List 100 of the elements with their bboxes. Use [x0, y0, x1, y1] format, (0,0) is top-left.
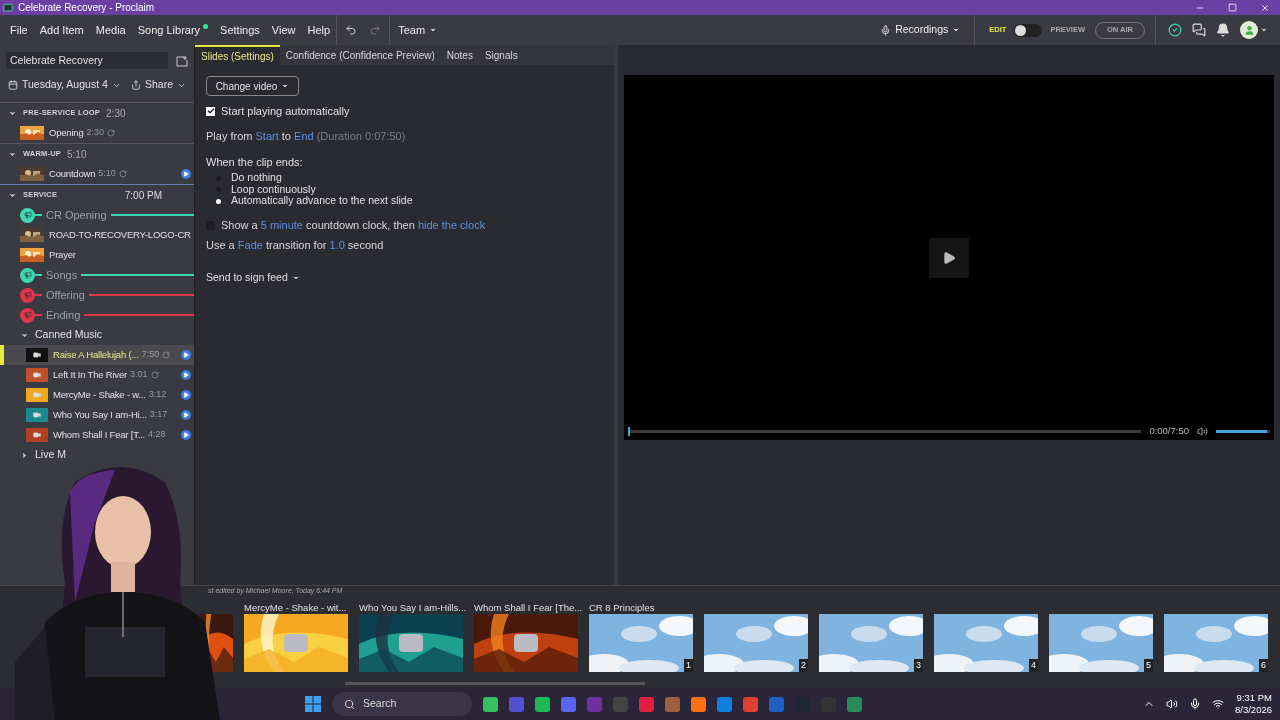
- new-window-icon[interactable]: [176, 54, 188, 67]
- speaker-icon[interactable]: [1166, 698, 1178, 710]
- play-icon: [183, 412, 189, 418]
- app-icon[interactable]: [743, 696, 758, 712]
- network-icon[interactable]: [1212, 698, 1224, 710]
- link[interactable]: hide the clock: [417, 219, 486, 231]
- app-icon[interactable]: [665, 696, 680, 712]
- app-icon[interactable]: [847, 696, 862, 712]
- link[interactable]: Fade: [237, 238, 263, 251]
- play-button[interactable]: [181, 169, 191, 179]
- menu-item[interactable]: Help: [301, 21, 337, 39]
- camera-icon: [399, 634, 423, 652]
- tab[interactable]: Confidence (Confidence Preview): [279, 45, 441, 65]
- progress-track[interactable]: [628, 430, 1142, 433]
- close-button[interactable]: [1260, 2, 1270, 13]
- playlist-item[interactable]: ROAD-TO-RECOVERY-LOGO-CR: [0, 225, 194, 245]
- chat-icon[interactable]: [1192, 23, 1206, 37]
- maximize-button[interactable]: [1228, 3, 1237, 12]
- app-icon[interactable]: [639, 696, 654, 712]
- play-button[interactable]: [181, 390, 191, 400]
- redo-button[interactable]: [369, 24, 382, 36]
- app-logo-icon: [3, 2, 13, 13]
- sign-feed-dropdown[interactable]: Send to sign feed: [206, 270, 300, 286]
- date-dropdown[interactable]: Tuesday, August 4: [8, 77, 121, 93]
- menu-item[interactable]: View: [265, 21, 302, 39]
- undo-button[interactable]: [345, 24, 358, 36]
- camera-icon: [33, 371, 41, 379]
- menu-item[interactable]: Add Item: [33, 21, 90, 39]
- playlist-item[interactable]: Whom Shall I Fear [T... 4:28: [0, 425, 194, 445]
- item-title: Countdown: [49, 166, 96, 181]
- notification-icon[interactable]: [1216, 23, 1230, 37]
- camera-icon: [284, 634, 308, 652]
- menu-item[interactable]: Song Library: [131, 21, 215, 39]
- app-icon[interactable]: [561, 696, 576, 712]
- play-button[interactable]: [181, 370, 191, 380]
- item-duration: 4:28: [148, 428, 166, 442]
- tab[interactable]: Signals: [478, 45, 524, 65]
- playlist-item[interactable]: Raise A Hallelujah (... 7:50: [0, 345, 194, 365]
- radio-button[interactable]: [216, 198, 221, 204]
- change-video-button[interactable]: Change video: [206, 76, 299, 96]
- presentation-name-field[interactable]: Celebrate Recovery: [6, 52, 168, 69]
- play-icon: [183, 432, 189, 438]
- checkbox[interactable]: [206, 106, 215, 116]
- play-button[interactable]: [181, 430, 191, 440]
- caret-icon: [281, 82, 290, 90]
- link[interactable]: 1.0: [329, 238, 345, 251]
- mode-toggle[interactable]: [1014, 23, 1043, 37]
- play-button[interactable]: [181, 350, 191, 360]
- tab[interactable]: Notes: [440, 45, 479, 65]
- playlist-item[interactable]: MercyMe - Shake - w... 3:12: [0, 385, 194, 405]
- start-icon[interactable]: [305, 696, 321, 712]
- volume-icon[interactable]: [1197, 426, 1208, 437]
- item-title: CR Opening: [45, 207, 108, 223]
- app-icon[interactable]: [691, 696, 706, 712]
- menu-item[interactable]: Media: [89, 21, 132, 39]
- recordings-dropdown[interactable]: Recordings: [880, 22, 961, 38]
- slide-number: 2: [799, 658, 808, 672]
- slide-number: 4: [1029, 658, 1038, 672]
- signal-item[interactable]: Ending: [0, 305, 194, 325]
- play-icon: [183, 372, 189, 378]
- slide-number: 3: [914, 658, 923, 672]
- playlist-item[interactable]: Who You Say I am-Hi... 3:17: [0, 405, 194, 425]
- playlist-item[interactable]: Opening 2:30: [0, 123, 194, 143]
- camera-icon: [33, 411, 41, 419]
- tab[interactable]: Slides (Settings): [195, 45, 280, 65]
- microphone-icon[interactable]: [1189, 698, 1201, 710]
- user-icon: [1243, 24, 1255, 36]
- caret-icon: [429, 26, 438, 34]
- clip-end-label: When the clip ends:: [206, 155, 304, 170]
- app-icon[interactable]: [717, 696, 732, 712]
- clock-date: 8/3/2026: [1235, 704, 1272, 716]
- search-icon: [344, 698, 355, 710]
- megaphone-icon: [23, 291, 32, 299]
- share-button[interactable]: Share: [130, 77, 186, 93]
- group-header[interactable]: Live M: [0, 445, 194, 465]
- playlist-item[interactable]: Prayer: [0, 245, 194, 265]
- link[interactable]: Start: [255, 129, 279, 142]
- playlist-item[interactable]: Countdown 5:10: [0, 164, 194, 184]
- signal-item[interactable]: CR Opening: [0, 205, 194, 225]
- avatar[interactable]: [1240, 21, 1258, 39]
- play-button[interactable]: [929, 237, 969, 278]
- link[interactable]: End: [294, 129, 314, 142]
- group-header[interactable]: Canned Music: [0, 325, 194, 345]
- share-icon: [130, 80, 141, 90]
- playlist-item[interactable]: Left It In The River 3:01: [0, 365, 194, 385]
- window-title: Celebrate Recovery - Proclaim: [18, 1, 155, 15]
- account-caret-icon[interactable]: [1260, 26, 1268, 34]
- play-icon: [183, 392, 189, 398]
- caret-icon: [952, 26, 961, 34]
- signal-item[interactable]: Songs: [0, 265, 194, 285]
- check-circle-icon[interactable]: [1168, 23, 1182, 37]
- signal-item[interactable]: Offering: [0, 285, 194, 305]
- app-icon[interactable]: [483, 696, 498, 712]
- megaphone-icon: [23, 311, 32, 319]
- menu-item[interactable]: Settings: [214, 21, 266, 39]
- link[interactable]: 5 minute: [260, 219, 303, 231]
- search-field[interactable]: Search: [332, 692, 472, 716]
- menu-item[interactable]: File: [10, 21, 34, 39]
- app-icon[interactable]: [535, 696, 550, 712]
- play-button[interactable]: [181, 410, 191, 420]
